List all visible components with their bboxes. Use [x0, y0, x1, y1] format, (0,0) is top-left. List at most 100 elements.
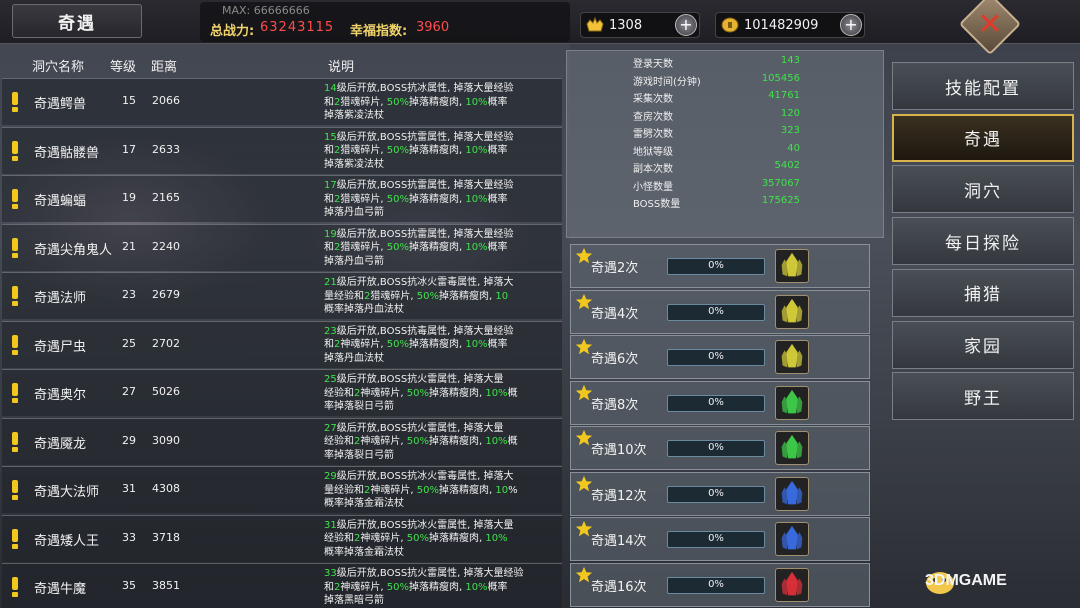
stat-label: 采集次数 — [633, 94, 673, 105]
description-segment: 27 — [324, 422, 337, 434]
achievement-row[interactable]: 奇遇10次 0% — [570, 426, 870, 470]
coin-value: 101482909 — [744, 17, 819, 33]
table-row[interactable]: 奇遇大法师 31 4308 29级后开放,BOSS抗冰火雷毒属性, 掉落大 量经验和2… — [2, 466, 562, 513]
menu-item[interactable]: 技能配置 — [892, 62, 1074, 110]
table-row[interactable]: 奇遇尸虫 25 2702 23级后开放,BOSS抗毒属性, 掉落大量经验 和2神魂碎片… — [2, 320, 562, 368]
combat-power-panel: MAX: 66666666 总战力: 63243115 幸福指数: 3960 — [200, 2, 570, 42]
stat-row: 雷劈次数 323 — [567, 125, 885, 141]
description-segment: 10% — [465, 145, 488, 156]
cave-table: 洞穴名称 等级 距离 说明 奇遇鳄兽 15 2066 14级后开放,BOSS抗冰属性,… — [0, 50, 564, 608]
crystal-reward-slot[interactable] — [775, 431, 809, 465]
description-segment: 50% — [416, 484, 439, 496]
crystal-icon — [781, 343, 803, 368]
stat-label: 小怪数量 — [633, 181, 673, 193]
stats-panel: 登录天数 143 游戏时间(分钟) 105456 采集次数 41761 查房次数 120 雷劈次… — [566, 50, 884, 238]
description-segment: 21 — [324, 277, 337, 288]
stat-value: 5402 — [774, 160, 800, 171]
description-segment: 10% — [465, 581, 488, 593]
description-segment: 猎魂碎片, — [340, 96, 387, 108]
achievement-label: 奇遇16次 — [591, 579, 647, 595]
description-segment: 14 — [324, 83, 337, 94]
exclamation-icon — [12, 480, 18, 500]
watermark-text: 3DMGAME — [925, 572, 1007, 589]
crystal-reward-slot[interactable] — [775, 567, 809, 602]
crystal-reward-slot[interactable] — [775, 385, 809, 420]
cave-name: 奇遇魇龙 — [34, 436, 87, 452]
description-segment: 掉落精瘦肉, — [428, 387, 486, 399]
crystal-reward-slot[interactable] — [775, 476, 809, 511]
achievement-row[interactable]: 奇遇16次 0% — [570, 562, 870, 607]
cave-description: 23级后开放,BOSS抗毒属性, 掉落大量经验 和2神魂碎片, 50%掉落精瘦肉… — [324, 325, 560, 366]
add-coin-button[interactable]: + — [840, 14, 862, 36]
stat-value: 143 — [780, 55, 800, 66]
table-row[interactable]: 奇遇法师 23 2679 21级后开放,BOSS抗冰火雷毒属性, 掉落大 量经验和2猎… — [2, 272, 562, 319]
crystal-reward-slot[interactable] — [775, 522, 809, 556]
description-segment: 50% — [386, 145, 409, 156]
description-segment: 10% — [465, 96, 488, 108]
achievement-row[interactable]: 奇遇6次 0% — [570, 335, 870, 379]
menu-item[interactable]: 奇遇 — [892, 113, 1074, 162]
cave-distance: 3090 — [152, 433, 180, 447]
table-row[interactable]: 奇遇牛魔 35 3851 33级后开放,BOSS抗火雷属性, 掉落大量经验 和2神魂碎… — [2, 563, 562, 608]
cave-level: 21 — [122, 239, 136, 253]
menu-item[interactable]: 家园 — [892, 320, 1074, 369]
cave-level: 29 — [122, 433, 136, 447]
table-row[interactable]: 奇遇矮人王 33 3718 31级后开放,BOSS抗冰火雷属性, 掉落大量 经验和2神… — [2, 514, 562, 562]
menu-item[interactable]: 野王 — [892, 372, 1074, 421]
table-row[interactable]: 奇遇魇龙 29 3090 27级后开放,BOSS抗火雷属性, 掉落大量 经验和2神魂碎… — [2, 417, 562, 465]
description-segment: 概率掉落丹血法杖 — [324, 304, 404, 315]
power-label: 总战力: — [210, 24, 255, 39]
table-row[interactable]: 奇遇骷髅兽 17 2633 15级后开放,BOSS抗雷属性, 掉落大量经验 和2猎魂碎… — [2, 126, 562, 174]
description-segment: 神魂碎片, — [360, 436, 407, 447]
stat-row: 地狱等级 40 — [567, 143, 885, 159]
gold-ingot-counter: 1308 + — [580, 12, 700, 38]
cave-description: 33级后开放,BOSS抗火雷属性, 掉落大量经验 和2神魂碎片, 50%掉落精瘦… — [324, 567, 560, 608]
menu-item[interactable]: 捕猎 — [892, 268, 1074, 317]
menu-item[interactable]: 每日探险 — [892, 217, 1074, 266]
achievement-row[interactable]: 奇遇8次 0% — [570, 380, 870, 425]
description-segment: 50% — [406, 436, 429, 447]
table-row[interactable]: 奇遇鳄兽 15 2066 14级后开放,BOSS抗冰属性, 掉落大量经验 和2猎魂碎片… — [2, 78, 562, 125]
description-segment: 10% — [485, 533, 508, 544]
achievement-progress-bar: 0% — [667, 531, 765, 548]
exclamation-icon — [12, 140, 18, 161]
close-icon: ✕ — [977, 6, 1003, 42]
cave-distance: 4308 — [152, 482, 180, 495]
cave-name: 奇遇矮人王 — [34, 533, 100, 549]
add-gold-button[interactable]: + — [675, 14, 697, 36]
luck-value: 3960 — [416, 20, 450, 35]
cave-description: 31级后开放,BOSS抗冰火雷属性, 掉落大量 经验和2神魂碎片, 50%掉落精… — [324, 519, 560, 560]
cave-description: 19级后开放,BOSS抗雷属性, 掉落大量经验 和2猎魂碎片, 50%掉落精瘦肉… — [324, 228, 560, 269]
description-segment: 神魂碎片, — [370, 484, 417, 496]
max-power-label: MAX: 66666666 — [222, 4, 310, 17]
exclamation-icon — [12, 334, 18, 355]
stat-label: 登录天数 — [633, 59, 673, 70]
achievement-row[interactable]: 奇遇12次 0% — [570, 471, 870, 516]
stat-row: 副本次数 5402 — [567, 160, 885, 176]
coin-counter: 101482909 + — [715, 12, 865, 38]
achievement-percent: 0% — [708, 578, 724, 590]
table-row[interactable]: 奇遇蝙蝠 19 2165 17级后开放,BOSS抗雷属性, 掉落大量经验 和2猎魂碎片… — [2, 175, 562, 222]
achievement-row[interactable]: 奇遇14次 0% — [570, 517, 870, 561]
achievement-percent: 0% — [708, 351, 724, 362]
description-segment: 50% — [386, 581, 409, 593]
cave-distance: 2240 — [152, 239, 180, 253]
description-segment: 神魂碎片, — [340, 339, 387, 350]
achievement-row[interactable]: 奇遇2次 0% — [570, 244, 870, 288]
table-row[interactable]: 奇遇尖角鬼人 21 2240 19级后开放,BOSS抗雷属性, 掉落大量经验 和2猎魂… — [2, 223, 562, 271]
stat-value: 105456 — [761, 72, 800, 84]
cave-level: 33 — [122, 530, 136, 544]
cave-level: 23 — [122, 288, 136, 301]
description-segment: 掉落精瘦肉, — [408, 145, 466, 156]
menu-item[interactable]: 洞穴 — [892, 165, 1074, 214]
luck-label: 幸福指数: — [350, 24, 408, 39]
table-row[interactable]: 奇遇奥尔 27 5026 25级后开放,BOSS抗火雷属性, 掉落大量 经验和2神魂碎… — [2, 369, 562, 416]
description-segment: 掉落精瘦肉, — [438, 290, 496, 302]
crystal-icon — [781, 389, 803, 413]
crystal-reward-slot[interactable] — [775, 294, 809, 329]
achievement-row[interactable]: 奇遇4次 0% — [570, 289, 870, 334]
crystal-reward-slot[interactable] — [775, 340, 809, 374]
crystal-reward-slot[interactable] — [775, 249, 809, 283]
exclamation-icon — [12, 528, 18, 549]
achievement-progress-bar: 0% — [667, 303, 765, 321]
